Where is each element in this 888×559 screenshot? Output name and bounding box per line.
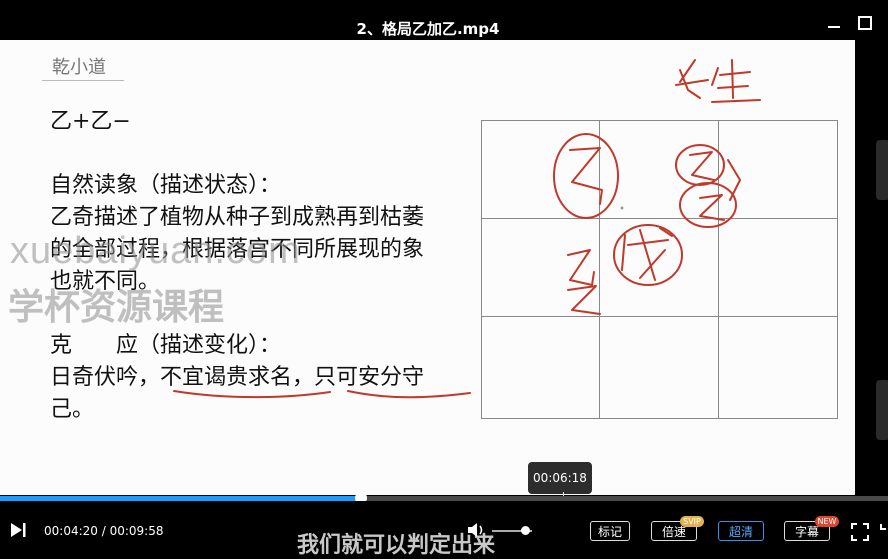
play-pause-icon[interactable]: [10, 522, 26, 538]
handwriting-stroke: [567, 285, 601, 315]
circle-mark: [679, 182, 737, 228]
side-panel-tab[interactable]: [876, 140, 888, 200]
handwriting-stroke: [699, 194, 725, 221]
handwriting-stroke: [567, 249, 595, 286]
handwriting-stroke: [679, 59, 696, 83]
title-bar: 2、格局乙加乙.mp4: [0, 0, 888, 40]
seek-time-tooltip: 00:06:18: [528, 462, 592, 494]
time-separator: /: [97, 524, 110, 538]
watermark-name: 学杯资源课程: [8, 286, 225, 327]
side-panel-tab[interactable]: [876, 380, 888, 440]
watermark-url: xuebaiyuan.com: [10, 230, 301, 272]
volume-icon[interactable]: [466, 521, 486, 539]
control-bar: 00:04:20 / 00:09:58 我们就可以判定出来 标记 倍速 SVIP…: [0, 501, 888, 558]
current-time: 00:04:20: [44, 524, 98, 538]
quality-button[interactable]: 超清: [718, 521, 764, 541]
fullscreen-icon[interactable]: [851, 523, 869, 541]
svip-badge: SVIP: [680, 516, 704, 527]
time-display: 00:04:20 / 00:09:58: [44, 524, 163, 538]
handwriting-stroke: [711, 59, 761, 103]
new-badge: NEW: [815, 516, 839, 527]
maximize-icon[interactable]: [856, 14, 872, 30]
handwriting-stroke: [569, 147, 603, 205]
video-title: 2、格局乙加乙.mp4: [356, 20, 500, 38]
dot-mark: [620, 206, 624, 210]
circle-mark: [553, 133, 619, 219]
mark-button[interactable]: 标记: [590, 521, 630, 541]
handwriting-stroke: [689, 151, 715, 181]
duration: 00:09:58: [109, 524, 164, 538]
underline-mark: [173, 390, 331, 399]
more-icon[interactable]: [880, 523, 888, 541]
handwriting-stroke: [621, 227, 673, 281]
minimize-icon[interactable]: [826, 14, 842, 30]
handwriting-stroke: [727, 159, 741, 201]
underline-mark: [347, 390, 471, 399]
video-frame[interactable]: 乾小道 乙+乙− 自然读象（描述状态）： 乙奇描述了植物从种子到成熟再到枯萎 的全部过…: [0, 40, 855, 495]
volume-handle[interactable]: [521, 526, 530, 535]
